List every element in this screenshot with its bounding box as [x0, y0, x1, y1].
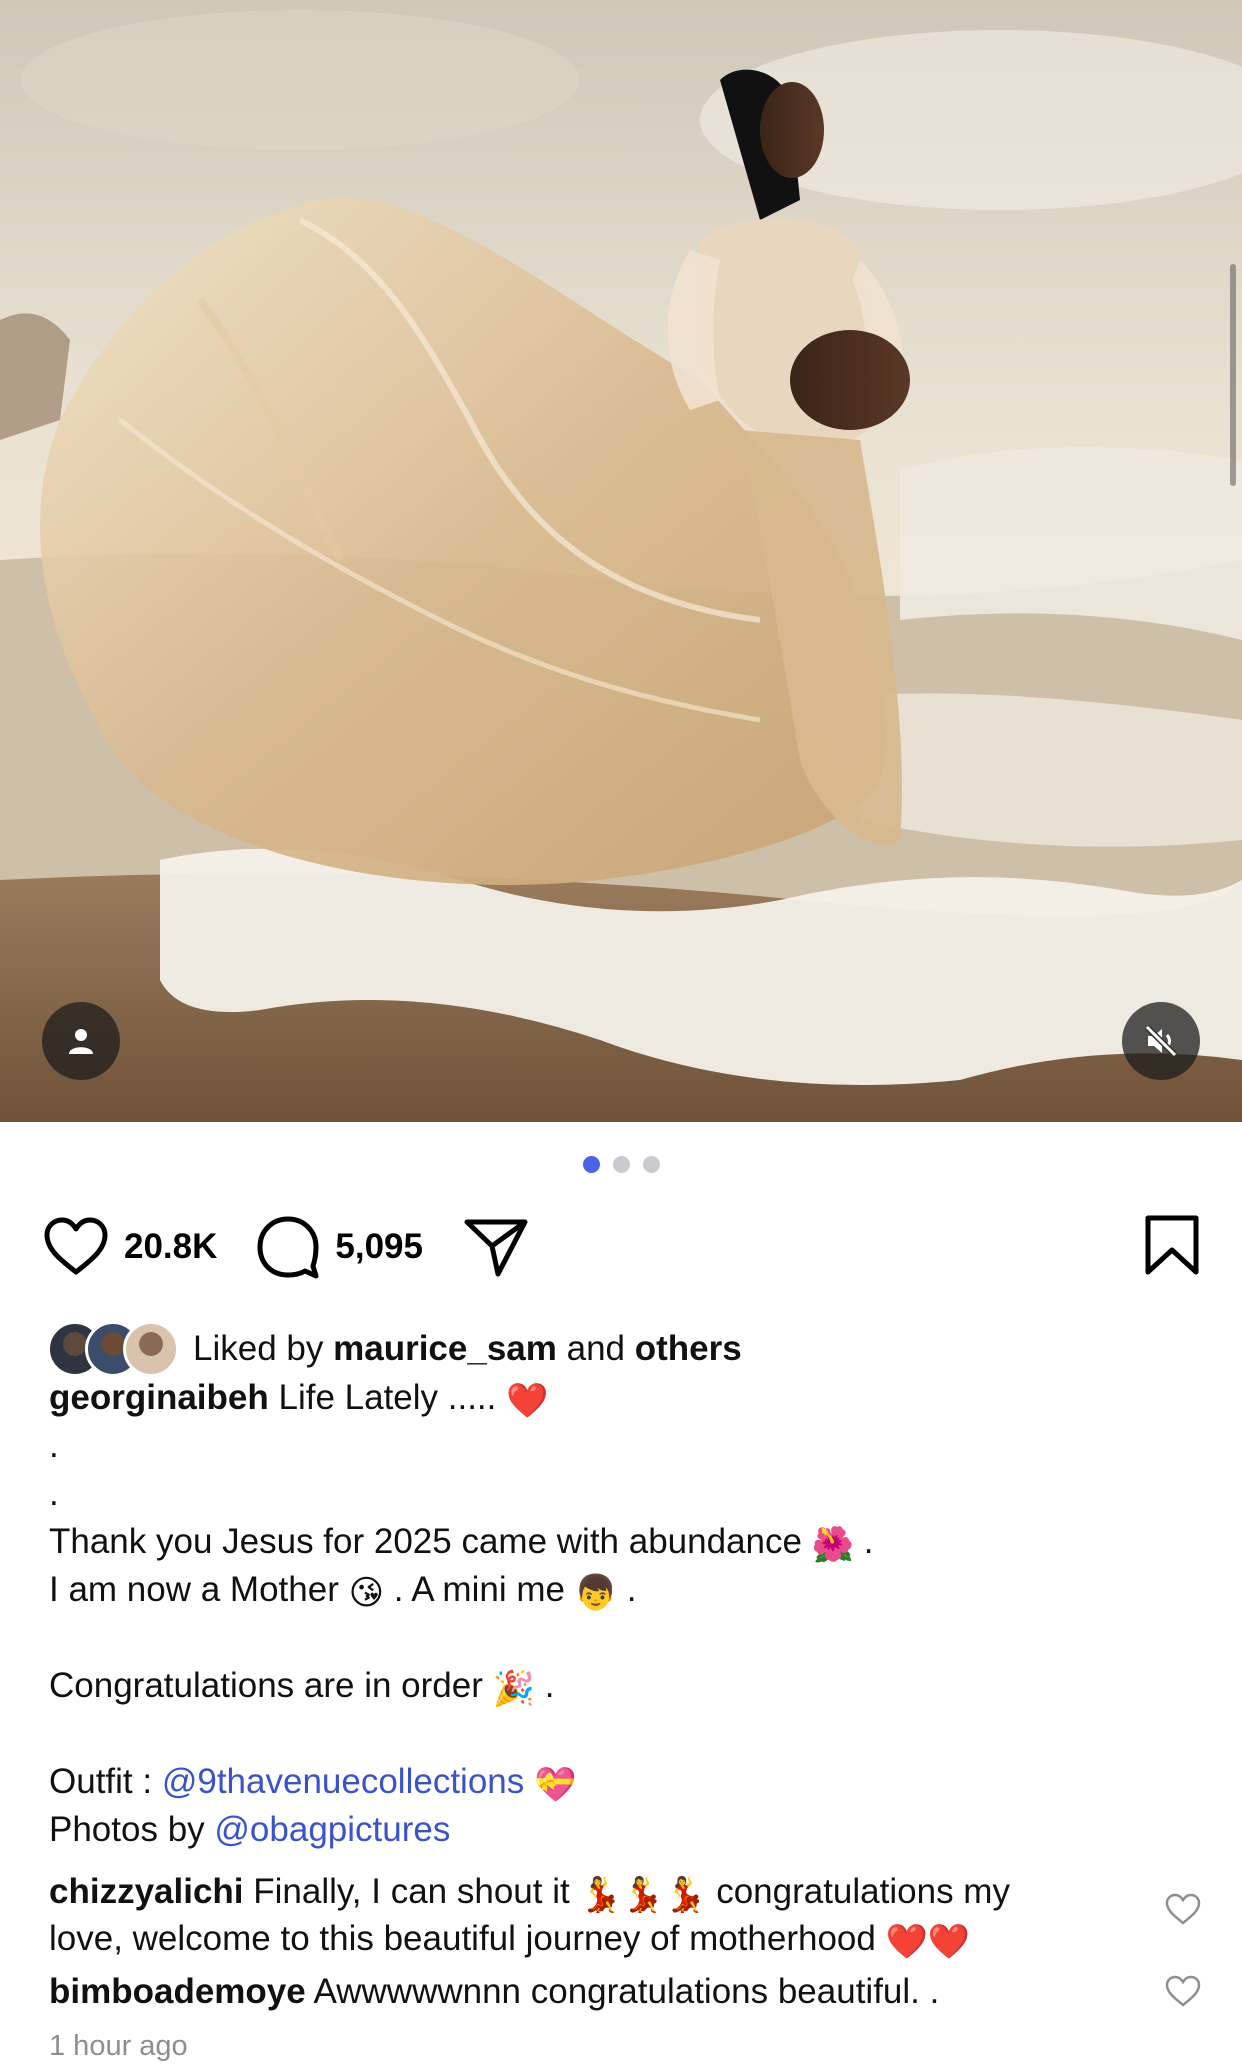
mute-icon — [1144, 1024, 1178, 1058]
caption-text: . A mini me — [393, 1570, 565, 1609]
comment-text: Finally, I can shout it — [253, 1872, 570, 1911]
comment-text: congratulations my — [716, 1872, 1010, 1911]
comment-icon[interactable] — [255, 1214, 321, 1280]
liked-by-and: and — [566, 1329, 626, 1368]
bookmark-icon[interactable] — [1144, 1214, 1200, 1276]
heart-icon[interactable] — [42, 1216, 110, 1278]
kiss-emoji: 😘 — [348, 1574, 385, 1612]
heart-emoji: ❤️ — [506, 1382, 549, 1420]
post-timestamp: 1 hour ago — [49, 2030, 188, 2062]
like-action[interactable]: 20.8K — [42, 1216, 217, 1278]
comment-username[interactable]: chizzyalichi — [49, 1872, 244, 1911]
liked-by-prefix: Liked by — [193, 1329, 324, 1368]
comment-text: Awwwwwnnn congratulations beautiful. . — [313, 1972, 940, 2011]
caption-text: Congratulations are in order — [49, 1666, 483, 1705]
comment-item: chizzyalichi Finally, I can shout it 💃💃💃… — [49, 1870, 1129, 1964]
caption-text: . — [626, 1570, 637, 1609]
comment-username[interactable]: bimboademoye — [49, 1972, 306, 2011]
caption-text: Thank you Jesus for 2025 came with abund… — [49, 1522, 802, 1561]
caption-text: . — [544, 1666, 555, 1705]
photos-label: Photos by — [49, 1810, 205, 1849]
comment-count[interactable]: 5,095 — [335, 1227, 423, 1267]
scroll-indicator[interactable] — [1230, 264, 1236, 486]
comment-text: love, welcome to this beautiful journey … — [49, 1919, 876, 1958]
share-action[interactable] — [463, 1216, 529, 1278]
avatar[interactable] — [123, 1321, 179, 1377]
caption-dot: . — [49, 1426, 59, 1465]
comment-like-heart-icon[interactable] — [1164, 1892, 1202, 1926]
outfit-label: Outfit : — [49, 1762, 153, 1801]
heart-gift-emoji: 💝 — [534, 1766, 577, 1804]
outfit-mention-link[interactable]: @9thavenuecollections — [162, 1762, 524, 1801]
caption-dot: . — [49, 1474, 59, 1513]
carousel-dot-active — [582, 1156, 600, 1173]
carousel-dot — [612, 1156, 630, 1173]
liked-by-username[interactable]: maurice_sam — [333, 1325, 557, 1373]
caption-username[interactable]: georginaibeh — [49, 1378, 269, 1417]
liked-by-avatars[interactable] — [47, 1321, 181, 1377]
carousel-indicator — [0, 1156, 1242, 1173]
save-action[interactable] — [1144, 1214, 1200, 1281]
user-tags-button[interactable] — [42, 1002, 120, 1080]
post-photo[interactable] — [0, 0, 1242, 1122]
party-emoji: 🎉 — [492, 1670, 535, 1708]
post-caption: georginaibeh Life Lately ..... ❤️ . . Th… — [49, 1374, 1169, 1854]
caption-text: Life Lately ..... — [278, 1378, 497, 1417]
like-count[interactable]: 20.8K — [124, 1227, 217, 1267]
liked-by-row[interactable]: Liked by maurice_sam and others — [47, 1321, 1169, 1377]
mute-button[interactable] — [1122, 1002, 1200, 1080]
caption-text: . — [863, 1522, 874, 1561]
hibiscus-emoji: 🌺 — [811, 1526, 855, 1564]
user-tag-icon — [69, 1029, 93, 1054]
heart-emoji: ❤️❤️ — [885, 1923, 971, 1961]
photos-mention-link[interactable]: @obagpictures — [214, 1810, 450, 1849]
comment-item: bimboademoye Awwwwwnnn congratulations b… — [49, 1970, 1129, 2014]
post-action-bar: 20.8K 5,095 — [42, 1212, 1200, 1282]
caption-text: I am now a Mother — [49, 1570, 339, 1609]
post-photo-illustration — [0, 0, 1242, 1122]
liked-by-others[interactable]: others — [635, 1325, 742, 1373]
boy-emoji: 👦 — [574, 1574, 618, 1612]
comment-action[interactable]: 5,095 — [255, 1214, 423, 1280]
share-icon[interactable] — [463, 1216, 529, 1278]
comment-like-heart-icon[interactable] — [1164, 1974, 1202, 2008]
carousel-dot — [642, 1156, 660, 1173]
dancer-emoji: 💃💃💃 — [579, 1876, 707, 1914]
